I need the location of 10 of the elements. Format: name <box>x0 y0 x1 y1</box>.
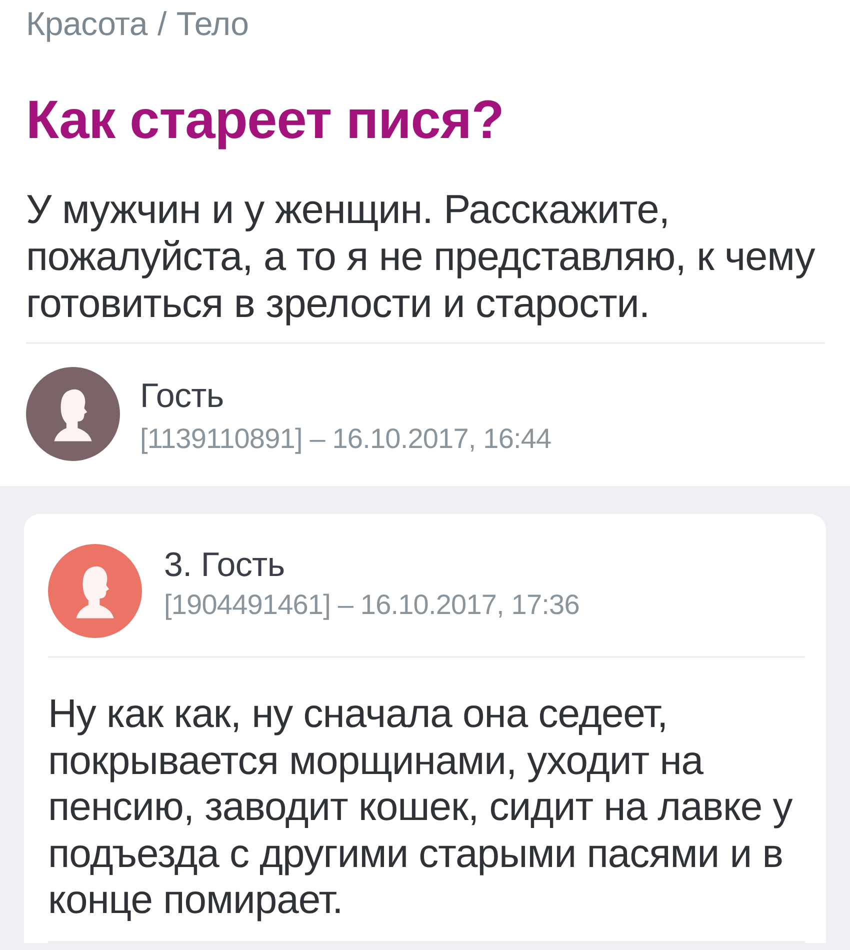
question-text: У мужчин и у женщин. Расскажите, пожалуйста, а то я не представляю, к чему готовиться в зрелости и старости. <box>26 186 825 344</box>
author-name[interactable]: Гость <box>140 376 552 416</box>
post-meta: [1139110891] – 16.10.2017, 16:44 <box>140 422 552 456</box>
author-name[interactable]: 3. Гость <box>164 545 580 585</box>
question-title: Как стареет пися? <box>26 90 505 150</box>
breadcrumb-link[interactable]: Красота <box>26 6 148 42</box>
answer-text: Ну как как, ну сначала она седеет, покрывается морщинами, уходит на пенсию, заводит кошек, сидит на лавке у подъезда с другими старыми пасями и в конце помирает. <box>48 658 805 942</box>
breadcrumb-link[interactable]: Тело <box>176 6 249 42</box>
breadcrumb-separator: / <box>156 6 168 42</box>
post-meta: [1904491461] – 16.10.2017, 17:36 <box>164 588 580 622</box>
